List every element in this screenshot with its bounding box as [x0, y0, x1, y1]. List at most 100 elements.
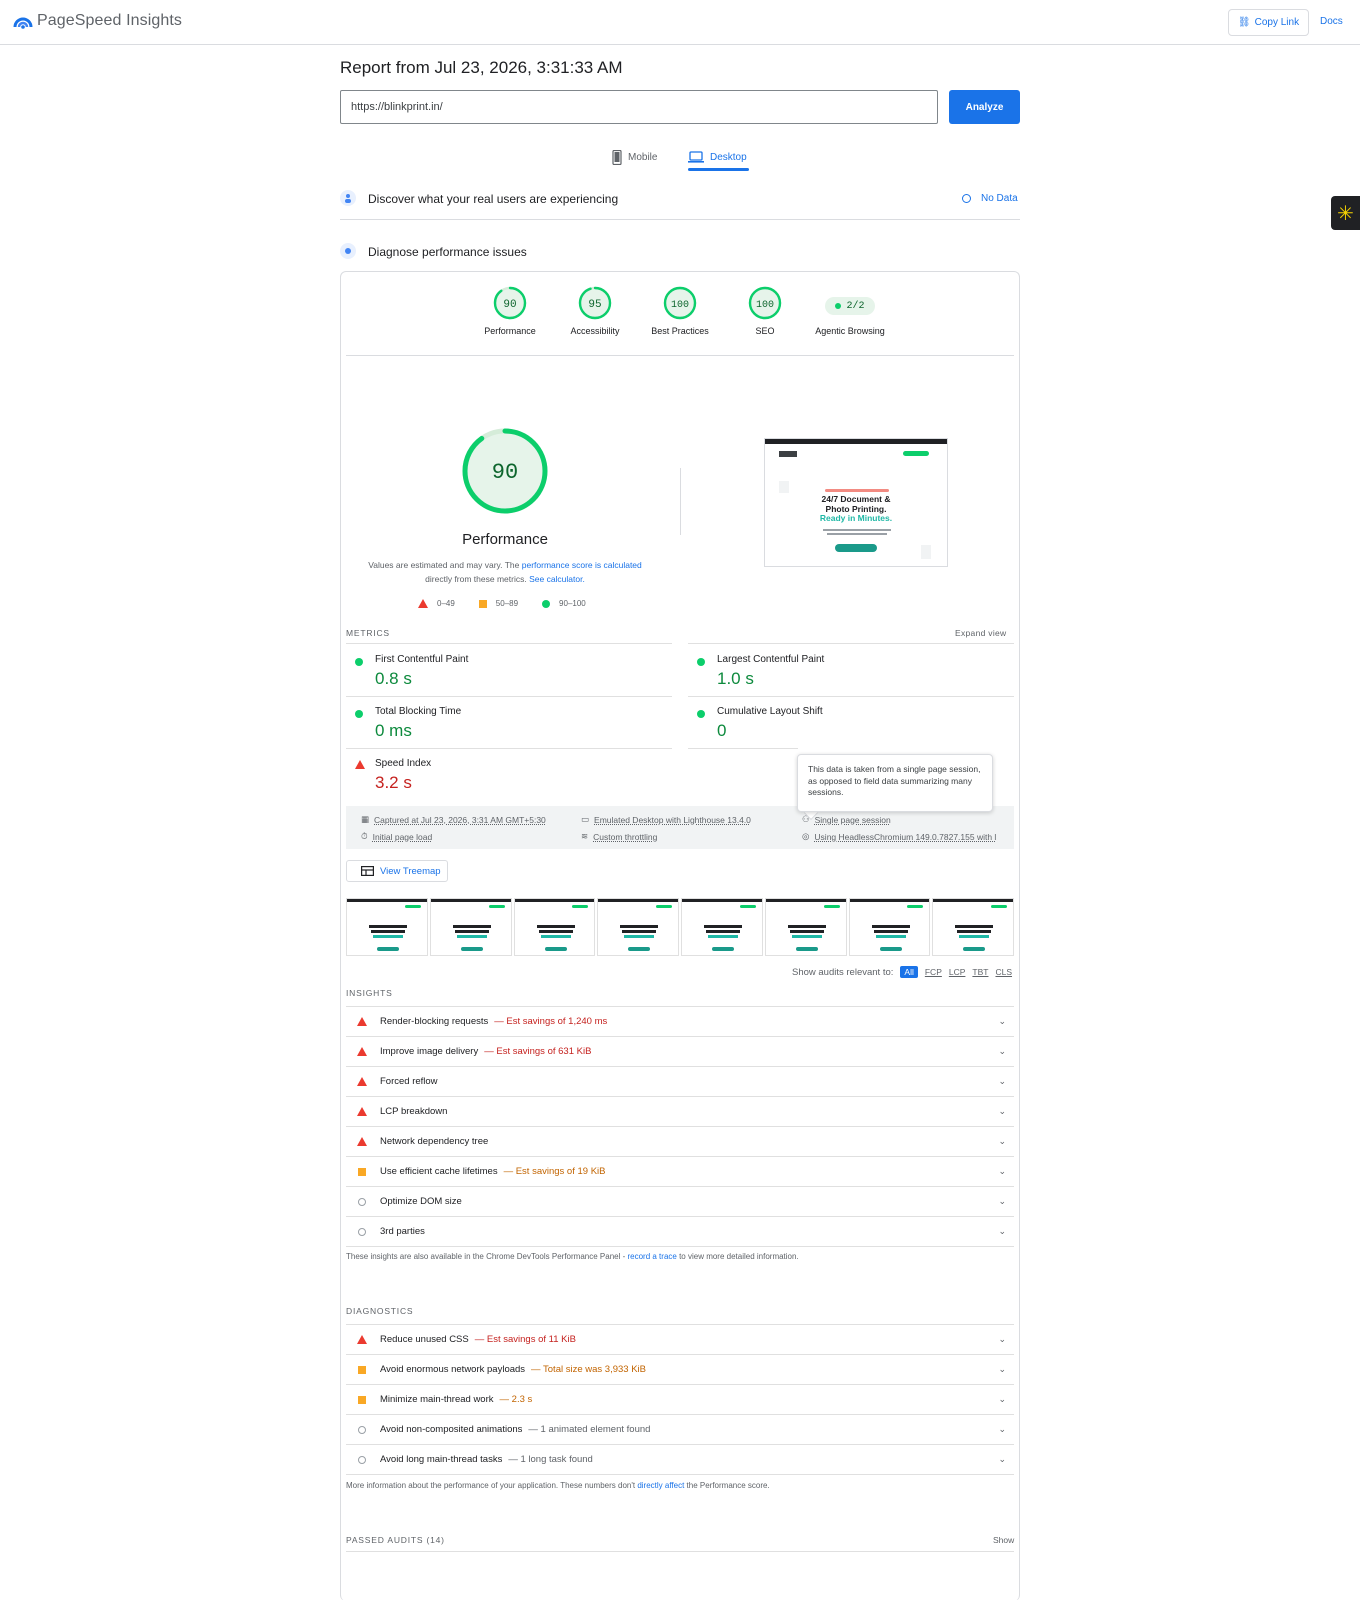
view-treemap-button[interactable]: View Treemap [346, 860, 448, 882]
gauge-score: 95 [588, 299, 601, 311]
runinfo-text: Captured at Jul 23, 2026, 3:31 AM GMT+5:… [374, 814, 546, 825]
filmstrip-frame[interactable] [346, 898, 428, 956]
copy-link-button[interactable]: ⛓ Copy Link [1228, 9, 1309, 36]
chevron-down-icon: ⌄ [998, 1454, 1006, 1464]
note-text: the Performance score. [684, 1481, 770, 1490]
tab-mobile[interactable]: Mobile [612, 147, 657, 167]
divider [346, 1474, 1014, 1475]
audit-row[interactable]: Forced reflow ⌄ [346, 1066, 1014, 1096]
performance-gauge: 90 [462, 428, 548, 514]
audit-row[interactable]: Avoid enormous network payloads — Total s… [346, 1354, 1014, 1384]
see-calculator-link[interactable]: See calculator. [529, 574, 585, 584]
analyze-button[interactable]: Analyze [949, 90, 1020, 124]
metric-value: 3.2 s [375, 773, 412, 792]
audit-row[interactable]: Avoid non-composited animations — 1 anima… [346, 1414, 1014, 1444]
copy-link-label: Copy Link [1254, 17, 1300, 28]
field-data-title[interactable]: Discover what your real users are experi… [368, 192, 618, 206]
agentic-score: 2/2 [846, 300, 865, 312]
tab-desktop[interactable]: Desktop [688, 147, 747, 167]
runinfo-captured: ▦ Captured at Jul 23, 2026, 3:31 AM GMT+5… [361, 814, 546, 825]
chevron-down-icon: ⌄ [998, 1394, 1006, 1404]
status-icon [356, 1017, 368, 1026]
divider [346, 748, 672, 749]
passed-audits-label[interactable]: PASSED AUDITS (14) [346, 1535, 445, 1545]
extension-asterisk-icon[interactable]: ✳ [1331, 196, 1360, 230]
audit-row[interactable]: Minimize main-thread work — 2.3 s ⌄ [346, 1384, 1014, 1414]
audit-row[interactable]: Avoid long main-thread tasks — 1 long tas… [346, 1444, 1014, 1474]
legend-label: 0–49 [437, 599, 455, 608]
filter-tbt[interactable]: TBT [972, 967, 988, 977]
session-tooltip: This data is taken from a single page se… [797, 754, 993, 812]
gauge-ring: 90 [493, 286, 527, 320]
gauge-label: Best Practices [651, 326, 709, 336]
filter-all[interactable]: All [900, 966, 918, 978]
metric-value: 1.0 s [717, 669, 754, 688]
pagespeed-logo-icon[interactable] [13, 12, 33, 30]
info-icon [962, 194, 971, 203]
audit-title: Minimize main-thread work [380, 1394, 494, 1405]
audit-row[interactable]: Render-blocking requests — Est savings of… [346, 1006, 1014, 1036]
app-title[interactable]: PageSpeed Insights [37, 12, 182, 30]
audit-row[interactable]: 3rd parties ⌄ [346, 1216, 1014, 1246]
chevron-down-icon: ⌄ [998, 1076, 1006, 1086]
timer-icon: ⏱ [361, 831, 368, 841]
status-icon [356, 1197, 368, 1206]
gauge-label: Agentic Browsing [815, 326, 885, 336]
filmstrip-frame[interactable] [513, 898, 596, 956]
field-data-status[interactable]: No Data [962, 193, 1018, 204]
audit-row[interactable]: LCP breakdown ⌄ [346, 1096, 1014, 1126]
audit-title: Avoid enormous network payloads [380, 1364, 526, 1375]
status-icon [356, 1455, 368, 1464]
show-passed-toggle[interactable]: Show [993, 1535, 1014, 1545]
filmstrip-frame[interactable] [681, 898, 763, 956]
audit-row[interactable]: Reduce unused CSS — Est savings of 11 KiB… [346, 1324, 1014, 1354]
preview-heading: 24/7 Document & Photo Printing. Ready in… [765, 494, 947, 524]
score-calc-link[interactable]: performance score is calculated [522, 560, 642, 570]
runtime-settings [346, 806, 1014, 849]
record-trace-link[interactable]: record a trace [627, 1252, 676, 1261]
gauge-performance[interactable]: 90 Performance [465, 286, 555, 336]
score-legend: 0–49 50–89 90–100 [418, 599, 602, 608]
audit-savings: — 1 animated element found [528, 1424, 651, 1435]
runinfo-text: Using HeadlessChromium 149.0.7827.155 wi… [814, 831, 996, 842]
filter-cls[interactable]: CLS [995, 967, 1012, 977]
fail-triangle-icon [357, 1047, 367, 1056]
no-data-label: No Data [981, 193, 1018, 204]
chevron-down-icon: ⌄ [998, 1136, 1006, 1146]
filter-fcp[interactable]: FCP [925, 967, 942, 977]
audit-savings: — 1 long task found [508, 1454, 593, 1465]
audit-row[interactable]: Optimize DOM size ⌄ [346, 1186, 1014, 1216]
audit-row[interactable]: Use efficient cache lifetimes — Est savin… [346, 1156, 1014, 1186]
filmstrip-frame[interactable] [429, 898, 512, 956]
directly-affect-link[interactable]: directly affect [637, 1481, 684, 1490]
final-screenshot[interactable]: 24/7 Document & Photo Printing. Ready in… [764, 438, 948, 567]
filmstrip-frame[interactable] [764, 898, 847, 956]
gauge-agentic-browsing[interactable]: 2/2 Agentic Browsing [805, 286, 895, 336]
audit-row[interactable]: Improve image delivery — Est savings of 6… [346, 1036, 1014, 1066]
pass-circle-icon [697, 658, 705, 666]
audit-title: Use efficient cache lifetimes [380, 1166, 498, 1177]
audit-savings: — Est savings of 11 KiB [474, 1334, 576, 1345]
filmstrip-frame[interactable] [848, 898, 931, 956]
wifi-icon: ≋ [581, 831, 589, 841]
audit-row[interactable]: Network dependency tree ⌄ [346, 1126, 1014, 1156]
metric-value: 0.8 s [375, 669, 412, 688]
filmstrip-frame[interactable] [932, 898, 1014, 956]
filter-lcp[interactable]: LCP [949, 967, 966, 977]
url-input[interactable] [340, 90, 938, 124]
gauge-accessibility[interactable]: 95 Accessibility [550, 286, 640, 336]
gauge-best-practices[interactable]: 100 Best Practices [635, 286, 725, 336]
metric-value: 0 ms [375, 721, 412, 740]
divider [346, 355, 1014, 356]
filmstrip-frame[interactable] [597, 898, 679, 956]
fail-triangle-icon [357, 1107, 367, 1116]
docs-link[interactable]: Docs [1320, 16, 1343, 27]
status-icon [356, 1107, 368, 1116]
chevron-down-icon: ⌄ [998, 1046, 1006, 1056]
top-bar [0, 0, 1360, 45]
gauge-seo[interactable]: 100 SEO [720, 286, 810, 336]
chevron-down-icon: ⌄ [998, 1196, 1006, 1206]
expand-view-toggle[interactable]: Expand view [955, 628, 1007, 638]
info-circle-icon [358, 1425, 366, 1434]
active-tab-indicator [688, 168, 749, 171]
